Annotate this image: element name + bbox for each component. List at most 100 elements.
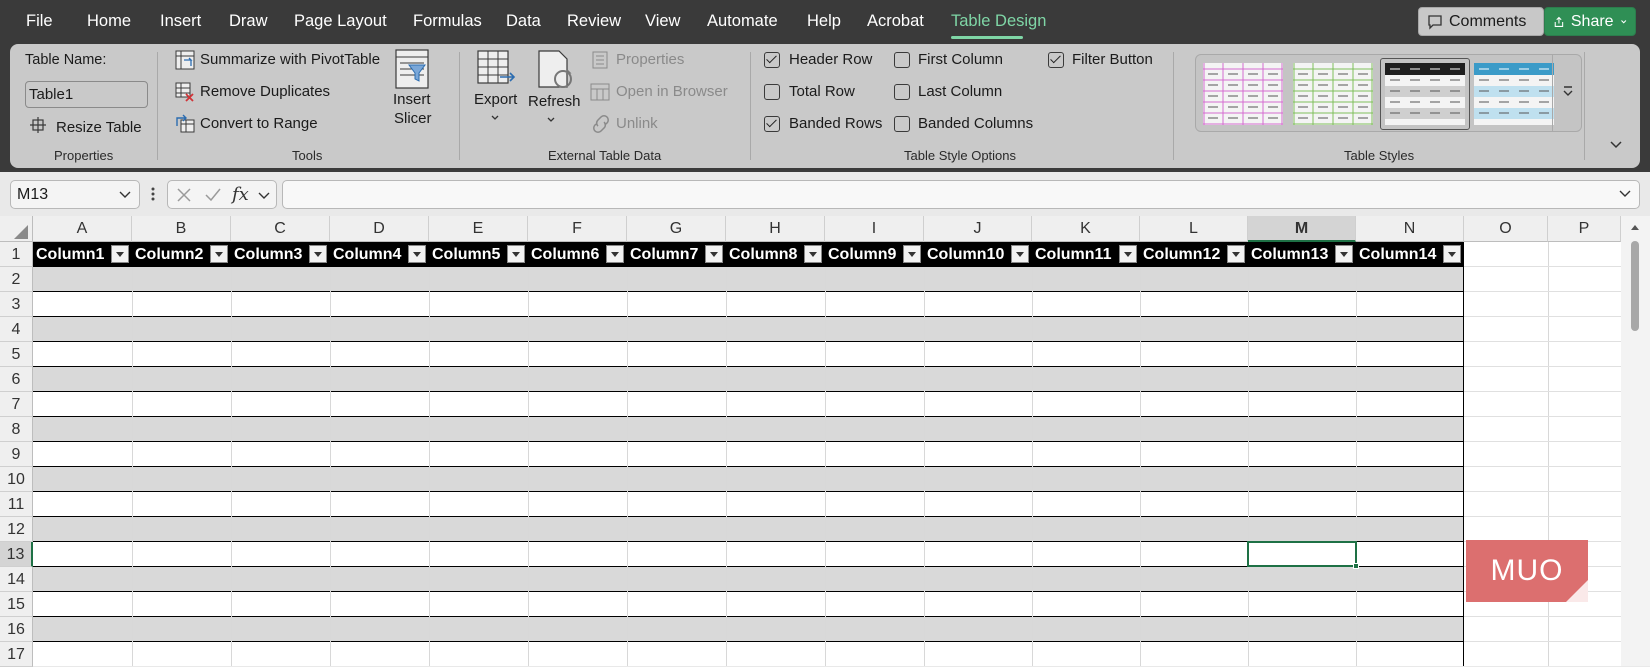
table-row[interactable] — [33, 367, 1464, 392]
table-header-cell[interactable]: Column7 — [627, 242, 726, 267]
filter-dropdown-icon[interactable] — [309, 245, 327, 263]
select-all-corner[interactable] — [0, 216, 33, 242]
filter-dropdown-icon[interactable] — [804, 245, 822, 263]
column-header[interactable]: I — [825, 216, 924, 242]
row-header[interactable]: 8 — [0, 417, 33, 442]
convert-to-range-button[interactable]: Convert to Range — [200, 115, 318, 132]
header-row-checkbox[interactable] — [764, 52, 780, 68]
menu-draw[interactable]: Draw — [229, 12, 268, 31]
chevron-down-icon[interactable] — [546, 116, 556, 124]
column-header[interactable]: H — [726, 216, 825, 242]
filter-dropdown-icon[interactable] — [1335, 245, 1353, 263]
filter-dropdown-icon[interactable] — [111, 245, 129, 263]
menu-review[interactable]: Review — [567, 12, 621, 31]
row-header[interactable]: 14 — [0, 567, 33, 592]
table-style-black[interactable] — [1385, 63, 1465, 125]
remove-duplicates-button[interactable]: Remove Duplicates — [200, 83, 330, 100]
table-row[interactable] — [33, 467, 1464, 492]
row-header[interactable]: 6 — [0, 367, 33, 392]
scroll-up-icon[interactable] — [1630, 223, 1640, 231]
menu-formulas[interactable]: Formulas — [413, 12, 482, 31]
worksheet-grid[interactable]: A B C D E F G H I J K L M N O P 1 2 3 4 … — [0, 216, 1650, 667]
row-header[interactable]: 4 — [0, 317, 33, 342]
column-header[interactable]: N — [1356, 216, 1464, 242]
table-row[interactable] — [33, 392, 1464, 417]
resize-table-button[interactable]: Resize Table — [56, 119, 142, 136]
column-header-selected[interactable]: M — [1248, 216, 1356, 242]
row-header[interactable]: 7 — [0, 392, 33, 417]
table-name-input[interactable]: Table1 — [25, 81, 148, 108]
menu-home[interactable]: Home — [87, 12, 131, 31]
column-header[interactable]: B — [132, 216, 231, 242]
menu-page-layout[interactable]: Page Layout — [294, 12, 387, 31]
share-button[interactable]: Share — [1544, 7, 1636, 36]
table-header-cell[interactable]: Column11 — [1032, 242, 1140, 267]
chevron-down-icon[interactable] — [119, 191, 131, 199]
row-header[interactable]: 10 — [0, 467, 33, 492]
insert-slicer-label-1[interactable]: Insert — [393, 91, 431, 108]
row-header[interactable]: 15 — [0, 592, 33, 617]
column-header[interactable]: G — [627, 216, 726, 242]
comments-button[interactable]: Comments — [1418, 7, 1544, 36]
menu-insert[interactable]: Insert — [160, 12, 201, 31]
table-row[interactable] — [33, 317, 1464, 342]
table-header-cell[interactable]: Column3 — [231, 242, 330, 267]
filter-dropdown-icon[interactable] — [1119, 245, 1137, 263]
column-header[interactable]: C — [231, 216, 330, 242]
table-style-green[interactable] — [1293, 63, 1373, 125]
column-header[interactable]: L — [1140, 216, 1248, 242]
filter-dropdown-icon[interactable] — [507, 245, 525, 263]
column-header[interactable]: D — [330, 216, 429, 242]
column-header[interactable]: O — [1464, 216, 1548, 242]
fill-handle[interactable] — [1353, 563, 1359, 569]
chevron-down-icon[interactable] — [490, 114, 500, 122]
summarize-pivottable-button[interactable]: Summarize with PivotTable — [200, 51, 380, 68]
unlink-button[interactable]: Unlink — [616, 115, 658, 132]
table-header-cell[interactable]: Column2 — [132, 242, 231, 267]
column-header[interactable]: P — [1548, 216, 1621, 242]
filter-button-checkbox[interactable] — [1048, 52, 1064, 68]
table-row[interactable] — [33, 417, 1464, 442]
open-in-browser-button[interactable]: Open in Browser — [616, 83, 728, 100]
refresh-button[interactable]: Refresh — [528, 93, 581, 110]
table-row[interactable] — [33, 617, 1464, 642]
table-header-cell[interactable]: Column5 — [429, 242, 528, 267]
formula-input[interactable] — [282, 180, 1640, 209]
filter-dropdown-icon[interactable] — [903, 245, 921, 263]
table-row[interactable] — [33, 492, 1464, 517]
column-header[interactable]: F — [528, 216, 627, 242]
table-header-cell[interactable]: Column13 — [1248, 242, 1356, 267]
table-style-pink[interactable] — [1203, 63, 1283, 125]
menu-data[interactable]: Data — [506, 12, 541, 31]
banded-columns-checkbox[interactable] — [894, 116, 910, 132]
selected-cell[interactable] — [1247, 541, 1357, 567]
cancel-icon[interactable] — [176, 187, 192, 203]
row-header[interactable]: 1 — [0, 242, 33, 267]
row-header[interactable]: 17 — [0, 642, 33, 667]
table-header-cell[interactable]: Column12 — [1140, 242, 1248, 267]
total-row-checkbox[interactable] — [764, 84, 780, 100]
table-header-cell[interactable]: Column14 — [1356, 242, 1464, 267]
row-header[interactable]: 16 — [0, 617, 33, 642]
table-row[interactable] — [33, 642, 1464, 667]
export-button[interactable]: Export — [474, 91, 517, 108]
row-header[interactable]: 11 — [0, 492, 33, 517]
table-row[interactable] — [33, 267, 1464, 292]
menu-file[interactable]: File — [26, 12, 53, 31]
enter-check-icon[interactable] — [204, 187, 222, 203]
filter-dropdown-icon[interactable] — [210, 245, 228, 263]
column-header[interactable]: A — [33, 216, 132, 242]
column-header[interactable]: J — [924, 216, 1032, 242]
vertical-scrollbar[interactable] — [1621, 216, 1650, 666]
menu-table-design[interactable]: Table Design — [951, 12, 1046, 31]
banded-rows-checkbox[interactable] — [764, 116, 780, 132]
menu-help[interactable]: Help — [807, 12, 841, 31]
filter-dropdown-icon[interactable] — [1443, 245, 1461, 263]
table-style-blue[interactable] — [1474, 63, 1554, 125]
row-header[interactable]: 2 — [0, 267, 33, 292]
table-row[interactable] — [33, 342, 1464, 367]
filter-dropdown-icon[interactable] — [606, 245, 624, 263]
table-header-cell[interactable]: Column1 — [33, 242, 132, 267]
filter-dropdown-icon[interactable] — [1227, 245, 1245, 263]
menu-automate[interactable]: Automate — [707, 12, 778, 31]
